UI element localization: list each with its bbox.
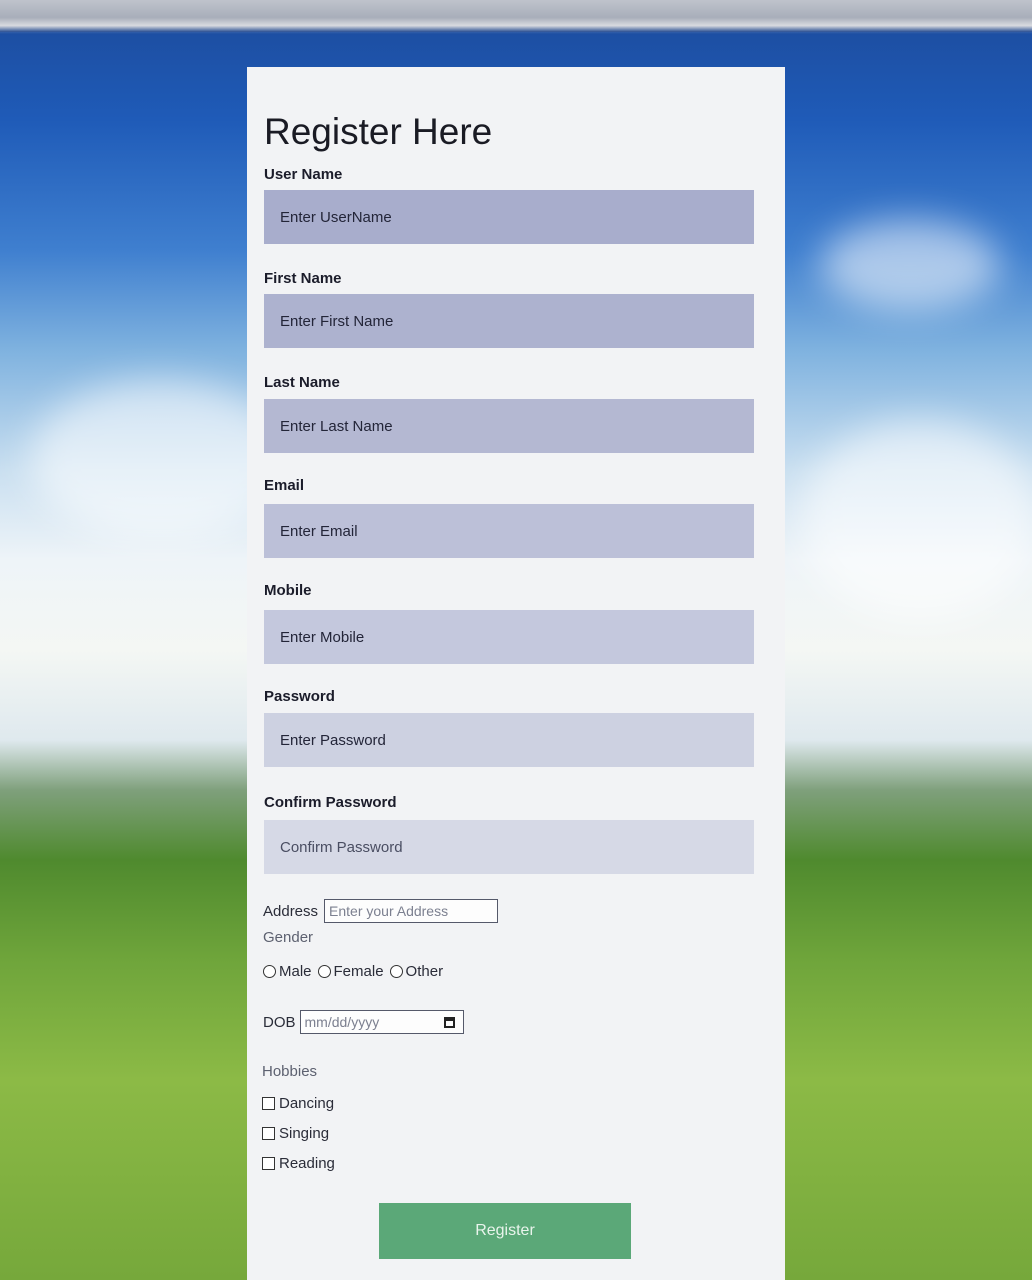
- password-input[interactable]: Enter Password: [264, 713, 754, 767]
- calendar-icon[interactable]: [443, 1016, 455, 1028]
- dob-label: DOB: [263, 1013, 296, 1031]
- register-button[interactable]: Register: [379, 1203, 631, 1259]
- gender-option-female[interactable]: Female: [317, 963, 384, 980]
- desktop-screen: Register Here User Name Enter UserName F…: [0, 0, 1032, 1280]
- confirm-password-label: Confirm Password: [264, 794, 397, 811]
- checkbox-icon[interactable]: [262, 1157, 275, 1170]
- background-cloud: [800, 420, 1032, 620]
- address-input[interactable]: Enter your Address: [324, 899, 499, 923]
- first-name-input[interactable]: Enter First Name: [264, 294, 754, 348]
- gender-option-other[interactable]: Other: [389, 963, 443, 980]
- window-top-bar: [0, 0, 1032, 32]
- confirm-password-input[interactable]: Confirm Password: [264, 820, 754, 874]
- email-label: Email: [264, 477, 305, 494]
- username-label: User Name: [264, 166, 343, 183]
- radio-icon[interactable]: [263, 965, 276, 978]
- last-name-input[interactable]: Enter Last Name: [264, 399, 754, 453]
- gender-label: Gender: [263, 929, 314, 946]
- gender-options: Male Female Other: [263, 963, 449, 980]
- dob-input[interactable]: mm/dd/yyyy: [299, 1010, 464, 1034]
- mobile-label: Mobile: [264, 582, 312, 599]
- email-input[interactable]: Enter Email: [264, 504, 754, 558]
- password-label: Password: [264, 688, 335, 705]
- hobby-option-reading[interactable]: Reading: [262, 1155, 335, 1172]
- registration-form: Register Here User Name Enter UserName F…: [247, 67, 785, 1280]
- first-name-label: First Name: [264, 270, 342, 287]
- background-cloud: [820, 220, 1000, 310]
- dob-row: DOB mm/dd/yyyy: [263, 1010, 464, 1034]
- hobby-option-dancing[interactable]: Dancing: [262, 1095, 334, 1112]
- gender-option-male[interactable]: Male: [263, 963, 312, 980]
- hobbies-label: Hobbies: [262, 1063, 318, 1080]
- form-title: Register Here: [264, 111, 493, 152]
- radio-icon[interactable]: [389, 965, 403, 978]
- radio-icon[interactable]: [317, 965, 331, 978]
- address-label: Address: [263, 902, 319, 920]
- hobby-option-singing[interactable]: Singing: [262, 1125, 329, 1142]
- checkbox-icon[interactable]: [262, 1097, 275, 1110]
- last-name-label: Last Name: [264, 374, 340, 391]
- checkbox-icon[interactable]: [262, 1127, 275, 1140]
- username-input[interactable]: Enter UserName: [264, 190, 754, 244]
- mobile-input[interactable]: Enter Mobile: [264, 610, 754, 664]
- address-row: Address Enter your Address: [263, 899, 499, 923]
